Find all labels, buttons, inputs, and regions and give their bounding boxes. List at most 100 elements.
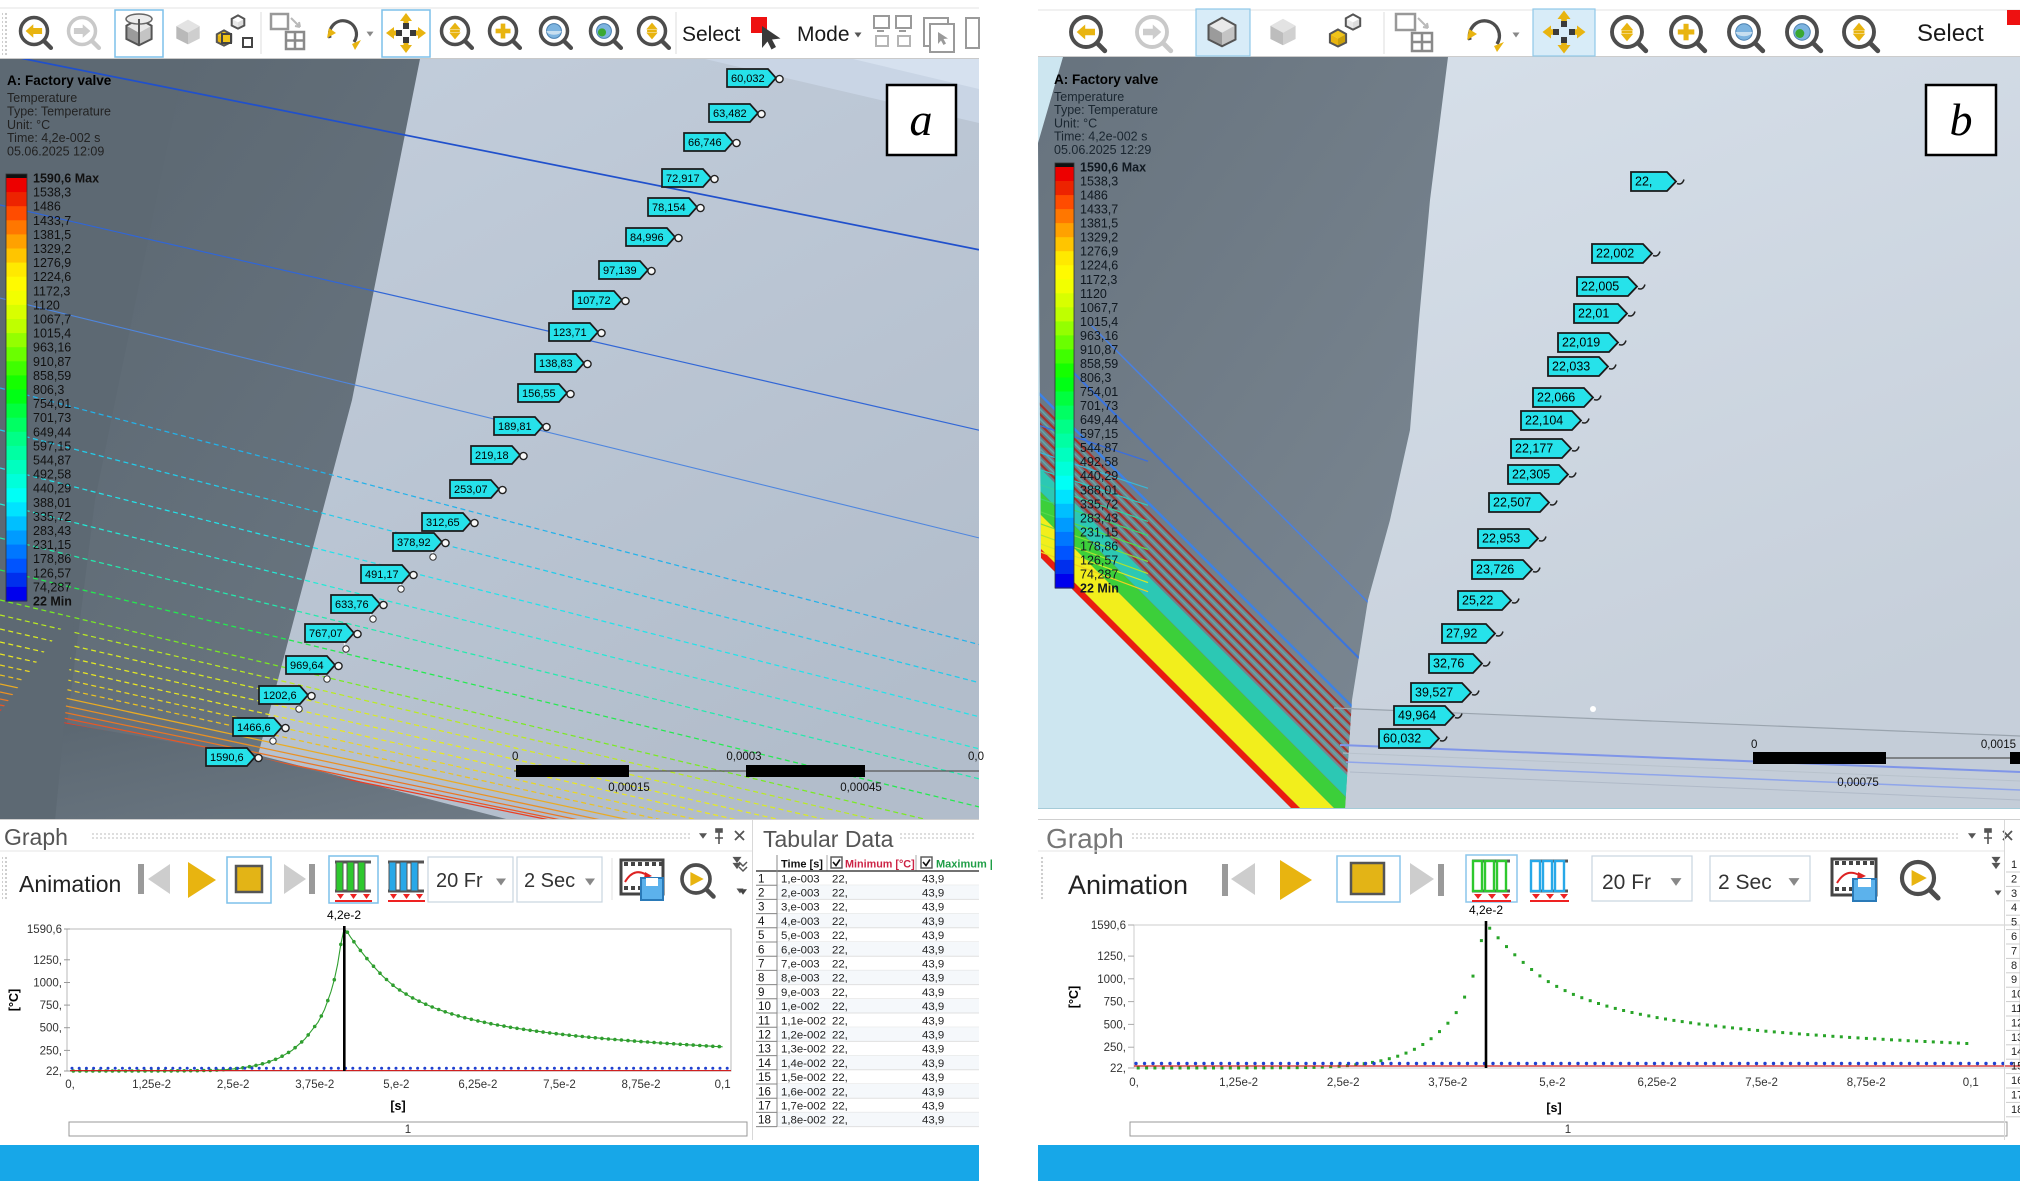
svg-text:49,964: 49,964 <box>1398 709 1436 723</box>
svg-text:Time: 4,2e-002 s: Time: 4,2e-002 s <box>1054 130 1147 144</box>
svg-text:1172,3: 1172,3 <box>33 284 70 298</box>
svg-text:22,: 22, <box>832 1058 848 1070</box>
svg-text:22,: 22, <box>832 944 848 956</box>
svg-text:138,83: 138,83 <box>539 358 573 370</box>
svg-text:[°C]: [°C] <box>1067 986 1081 1008</box>
svg-text:22,: 22, <box>832 1115 848 1127</box>
svg-text:1,8e-002: 1,8e-002 <box>781 1115 826 1127</box>
svg-text:Select: Select <box>682 23 741 46</box>
svg-text:43,9: 43,9 <box>922 916 944 928</box>
svg-text:15: 15 <box>758 1071 771 1084</box>
svg-text:6,e-003: 6,e-003 <box>781 944 820 956</box>
svg-text:2,5e-2: 2,5e-2 <box>1327 1077 1360 1089</box>
svg-text:500,: 500, <box>1104 1019 1126 1031</box>
svg-text:1329,2: 1329,2 <box>1080 231 1118 245</box>
svg-text:1,5e-002: 1,5e-002 <box>781 1072 826 1084</box>
svg-text:25,22: 25,22 <box>1462 594 1493 608</box>
svg-text:22,: 22, <box>832 1072 848 1084</box>
svg-text:22,177: 22,177 <box>1515 442 1553 456</box>
svg-text:1250,: 1250, <box>33 955 62 967</box>
svg-text:Mode: Mode <box>797 23 850 46</box>
svg-text:1276,9: 1276,9 <box>1080 245 1118 259</box>
svg-text:8: 8 <box>758 972 764 985</box>
svg-text:544,87: 544,87 <box>1080 441 1118 455</box>
svg-text:312,65: 312,65 <box>426 517 460 529</box>
svg-text:1381,5: 1381,5 <box>33 228 71 242</box>
svg-text:231,15: 231,15 <box>1080 525 1118 539</box>
svg-text:Unit: °C: Unit: °C <box>7 118 50 132</box>
svg-text:22,507: 22,507 <box>1493 496 1531 510</box>
svg-text:[s]: [s] <box>390 1099 405 1113</box>
svg-text:750,: 750, <box>40 1000 62 1012</box>
svg-text:1: 1 <box>405 1124 411 1136</box>
svg-text:2: 2 <box>2011 873 2017 885</box>
svg-text:1486: 1486 <box>33 200 61 214</box>
svg-text:1,7e-002: 1,7e-002 <box>781 1101 826 1113</box>
svg-text:22,: 22, <box>832 1001 848 1013</box>
svg-text:1,e-002: 1,e-002 <box>781 1001 820 1013</box>
svg-text:0,0: 0,0 <box>968 751 984 763</box>
svg-text:22,: 22, <box>832 873 848 885</box>
svg-text:7,e-003: 7,e-003 <box>781 959 820 971</box>
svg-text:22,005: 22,005 <box>1581 280 1619 294</box>
svg-text:39,527: 39,527 <box>1415 686 1453 700</box>
svg-text:6: 6 <box>2011 931 2017 943</box>
svg-text:910,87: 910,87 <box>1080 343 1118 357</box>
svg-text:0,: 0, <box>65 1079 75 1091</box>
svg-text:283,43: 283,43 <box>1080 511 1118 525</box>
svg-text:97,139: 97,139 <box>603 265 637 277</box>
svg-text:63,482: 63,482 <box>713 108 747 120</box>
svg-text:43,9: 43,9 <box>922 930 944 942</box>
svg-text:20 Fr: 20 Fr <box>436 870 483 892</box>
svg-text:0,0015: 0,0015 <box>1981 739 2016 751</box>
svg-text:2 Sec: 2 Sec <box>524 870 575 892</box>
svg-text:12: 12 <box>2011 1017 2020 1029</box>
svg-text:16: 16 <box>758 1085 771 1098</box>
svg-text:10: 10 <box>2011 989 2020 1001</box>
svg-text:1120: 1120 <box>1080 287 1107 301</box>
svg-text:156,55: 156,55 <box>522 388 556 400</box>
svg-text:22,: 22, <box>832 973 848 985</box>
svg-text:[s]: [s] <box>1546 1101 1561 1115</box>
svg-text:492,58: 492,58 <box>1080 455 1118 469</box>
svg-text:440,29: 440,29 <box>1080 469 1118 483</box>
svg-text:9,e-003: 9,e-003 <box>781 987 820 999</box>
svg-text:43,9: 43,9 <box>922 1115 944 1127</box>
svg-text:Animation: Animation <box>19 871 121 897</box>
svg-text:b: b <box>1950 94 1973 145</box>
svg-text:8: 8 <box>2011 960 2017 972</box>
svg-text:5: 5 <box>758 929 764 942</box>
svg-text:7: 7 <box>2011 945 2017 957</box>
svg-text:0,00045: 0,00045 <box>840 782 882 794</box>
svg-text:22,: 22, <box>832 902 848 914</box>
svg-text:20 Fr: 20 Fr <box>1602 871 1651 894</box>
svg-text:13: 13 <box>758 1043 771 1056</box>
svg-text:750,: 750, <box>1104 997 1126 1009</box>
svg-text:72,917: 72,917 <box>666 173 700 185</box>
svg-text:22,: 22, <box>832 888 848 900</box>
svg-text:16: 16 <box>2011 1075 2020 1087</box>
svg-text:60,032: 60,032 <box>1383 732 1421 746</box>
svg-text:43,9: 43,9 <box>922 1001 944 1013</box>
svg-text:43,9: 43,9 <box>922 1086 944 1098</box>
svg-text:Graph: Graph <box>1046 823 1124 854</box>
svg-text:0,00075: 0,00075 <box>1837 777 1879 789</box>
svg-text:43,9: 43,9 <box>922 944 944 956</box>
svg-text:22,953: 22,953 <box>1482 532 1520 546</box>
svg-text:43,9: 43,9 <box>922 959 944 971</box>
svg-text:43,9: 43,9 <box>922 987 944 999</box>
svg-text:Temperature: Temperature <box>1054 90 1124 104</box>
svg-text:43,9: 43,9 <box>922 973 944 985</box>
svg-text:597,15: 597,15 <box>1080 427 1118 441</box>
svg-text:5,e-2: 5,e-2 <box>1539 1077 1565 1089</box>
svg-text:43,9: 43,9 <box>922 888 944 900</box>
svg-text:806,3: 806,3 <box>1080 371 1111 385</box>
svg-text:250,: 250, <box>1104 1042 1126 1054</box>
svg-text:335,72: 335,72 <box>33 510 71 524</box>
svg-text:1590,6 Max: 1590,6 Max <box>33 172 99 186</box>
svg-text:1015,4: 1015,4 <box>33 327 71 341</box>
svg-text:500,: 500, <box>40 1023 62 1035</box>
svg-text:6,25e-2: 6,25e-2 <box>1637 1077 1676 1089</box>
svg-text:22,: 22, <box>832 987 848 999</box>
svg-text:701,73: 701,73 <box>33 411 71 425</box>
